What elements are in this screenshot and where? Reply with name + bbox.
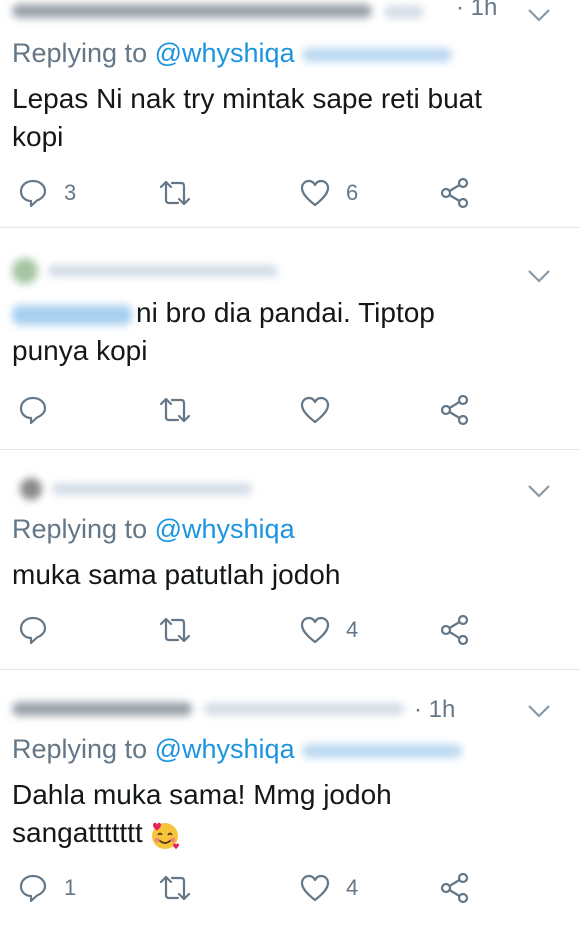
- tweet-header: [12, 474, 530, 508]
- tweet-text-line: muka sama patutlah jodoh: [12, 559, 341, 590]
- retweet-button[interactable]: [158, 173, 192, 213]
- tweet-text: ni bro dia pandai. Tiptop punya kopi: [12, 294, 550, 370]
- retweet-button[interactable]: [158, 868, 192, 908]
- blurred-author-handle: [204, 703, 404, 715]
- blurred-avatar: [20, 478, 42, 500]
- replying-to: Replying to @whyshiqa: [12, 514, 295, 545]
- tweet-1[interactable]: · 1h Replying to @whyshiqa Lepas Ni nak …: [0, 0, 580, 228]
- heart-icon: [300, 616, 330, 644]
- retweet-icon: [159, 617, 191, 643]
- like-count: 4: [346, 875, 359, 900]
- replying-to: Replying to @whyshiqa: [12, 38, 453, 69]
- share-button[interactable]: [440, 868, 470, 908]
- tweet-header: · 1h: [12, 694, 530, 728]
- reply-icon: [19, 874, 47, 903]
- tweet-text-line: sangattttttt: [12, 817, 143, 848]
- blurred-author-name: [12, 702, 192, 716]
- chevron-down-icon[interactable]: [526, 698, 552, 724]
- tweet-header: [12, 258, 530, 292]
- blurred-author-handle: [52, 483, 252, 495]
- share-button[interactable]: [440, 173, 470, 213]
- share-icon: [440, 177, 469, 209]
- blurred-author-handle: [384, 6, 424, 18]
- share-icon: [440, 394, 469, 426]
- blurred-mention-link[interactable]: [12, 304, 132, 325]
- tweet-actions: 1 4: [0, 868, 580, 908]
- like-button[interactable]: [300, 390, 330, 430]
- like-button[interactable]: 4: [300, 868, 358, 908]
- blurred-extra-handles: [302, 743, 463, 758]
- reply-icon: [19, 396, 47, 425]
- tweet-2[interactable]: ni bro dia pandai. Tiptop punya kopi: [0, 228, 580, 450]
- timestamp: · 1h: [456, 0, 498, 21]
- reply-button[interactable]: 3: [18, 173, 76, 213]
- timestamp: · 1h: [414, 696, 456, 723]
- reply-icon: [19, 616, 47, 645]
- replying-prefix: Replying to: [12, 734, 148, 764]
- replying-handle-link[interactable]: @whyshiqa: [155, 38, 295, 68]
- retweet-icon: [159, 180, 191, 206]
- blurred-avatar: [12, 258, 38, 284]
- tweet-4[interactable]: · 1h Replying to @whyshiqa Dahla muka sa…: [0, 670, 580, 930]
- chevron-down-icon[interactable]: [526, 2, 552, 28]
- tweet-text-line: punya kopi: [12, 335, 148, 366]
- replying-handle-link[interactable]: @whyshiqa: [155, 514, 295, 544]
- like-count: 6: [346, 180, 359, 205]
- tweet-actions: 3 6: [0, 173, 580, 213]
- replying-prefix: Replying to: [12, 514, 148, 544]
- tweet-actions: 4: [0, 610, 580, 650]
- retweet-icon: [159, 397, 191, 423]
- retweet-icon: [159, 875, 191, 901]
- heart-icon: [300, 179, 330, 207]
- replying-handle-link[interactable]: @whyshiqa: [155, 734, 295, 764]
- reply-count: 1: [64, 875, 77, 900]
- share-button[interactable]: [440, 390, 470, 430]
- blurred-author-name: [12, 4, 372, 18]
- tweet-text: Lepas Ni nak try mintak sape reti buat k…: [12, 80, 550, 156]
- smiling-face-with-hearts-emoji: [151, 822, 179, 850]
- tweet-text-line: Lepas Ni nak try mintak sape reti buat: [12, 83, 483, 114]
- blurred-extra-handles: [302, 47, 453, 62]
- blurred-author-handle: [48, 265, 278, 277]
- replying-prefix: Replying to: [12, 38, 148, 68]
- reply-icon: [19, 179, 47, 208]
- tweet-3[interactable]: Replying to @whyshiqa muka sama patutlah…: [0, 450, 580, 670]
- retweet-button[interactable]: [158, 610, 192, 650]
- replying-to: Replying to @whyshiqa: [12, 734, 463, 765]
- tweet-text-line: Dahla muka sama! Mmg jodoh: [12, 779, 392, 810]
- reply-count: 3: [64, 180, 77, 205]
- tweet-text-line: ni bro dia pandai. Tiptop: [136, 297, 435, 328]
- heart-icon: [300, 396, 330, 424]
- tweet-text-line: kopi: [12, 121, 64, 152]
- reply-button[interactable]: [18, 390, 48, 430]
- tweet-actions: [0, 390, 580, 430]
- reply-button[interactable]: [18, 610, 48, 650]
- tweet-header: · 1h: [12, 0, 530, 34]
- heart-icon: [300, 874, 330, 902]
- like-count: 4: [346, 617, 359, 642]
- retweet-button[interactable]: [158, 390, 192, 430]
- like-button[interactable]: 4: [300, 610, 358, 650]
- tweet-text: muka sama patutlah jodoh: [12, 556, 550, 594]
- chevron-down-icon[interactable]: [526, 263, 552, 289]
- share-button[interactable]: [440, 610, 470, 650]
- share-icon: [440, 872, 469, 904]
- share-icon: [440, 614, 469, 646]
- reply-button[interactable]: 1: [18, 868, 76, 908]
- like-button[interactable]: 6: [300, 173, 358, 213]
- tweet-text: Dahla muka sama! Mmg jodoh sangattttttt: [12, 776, 550, 852]
- chevron-down-icon[interactable]: [526, 478, 552, 504]
